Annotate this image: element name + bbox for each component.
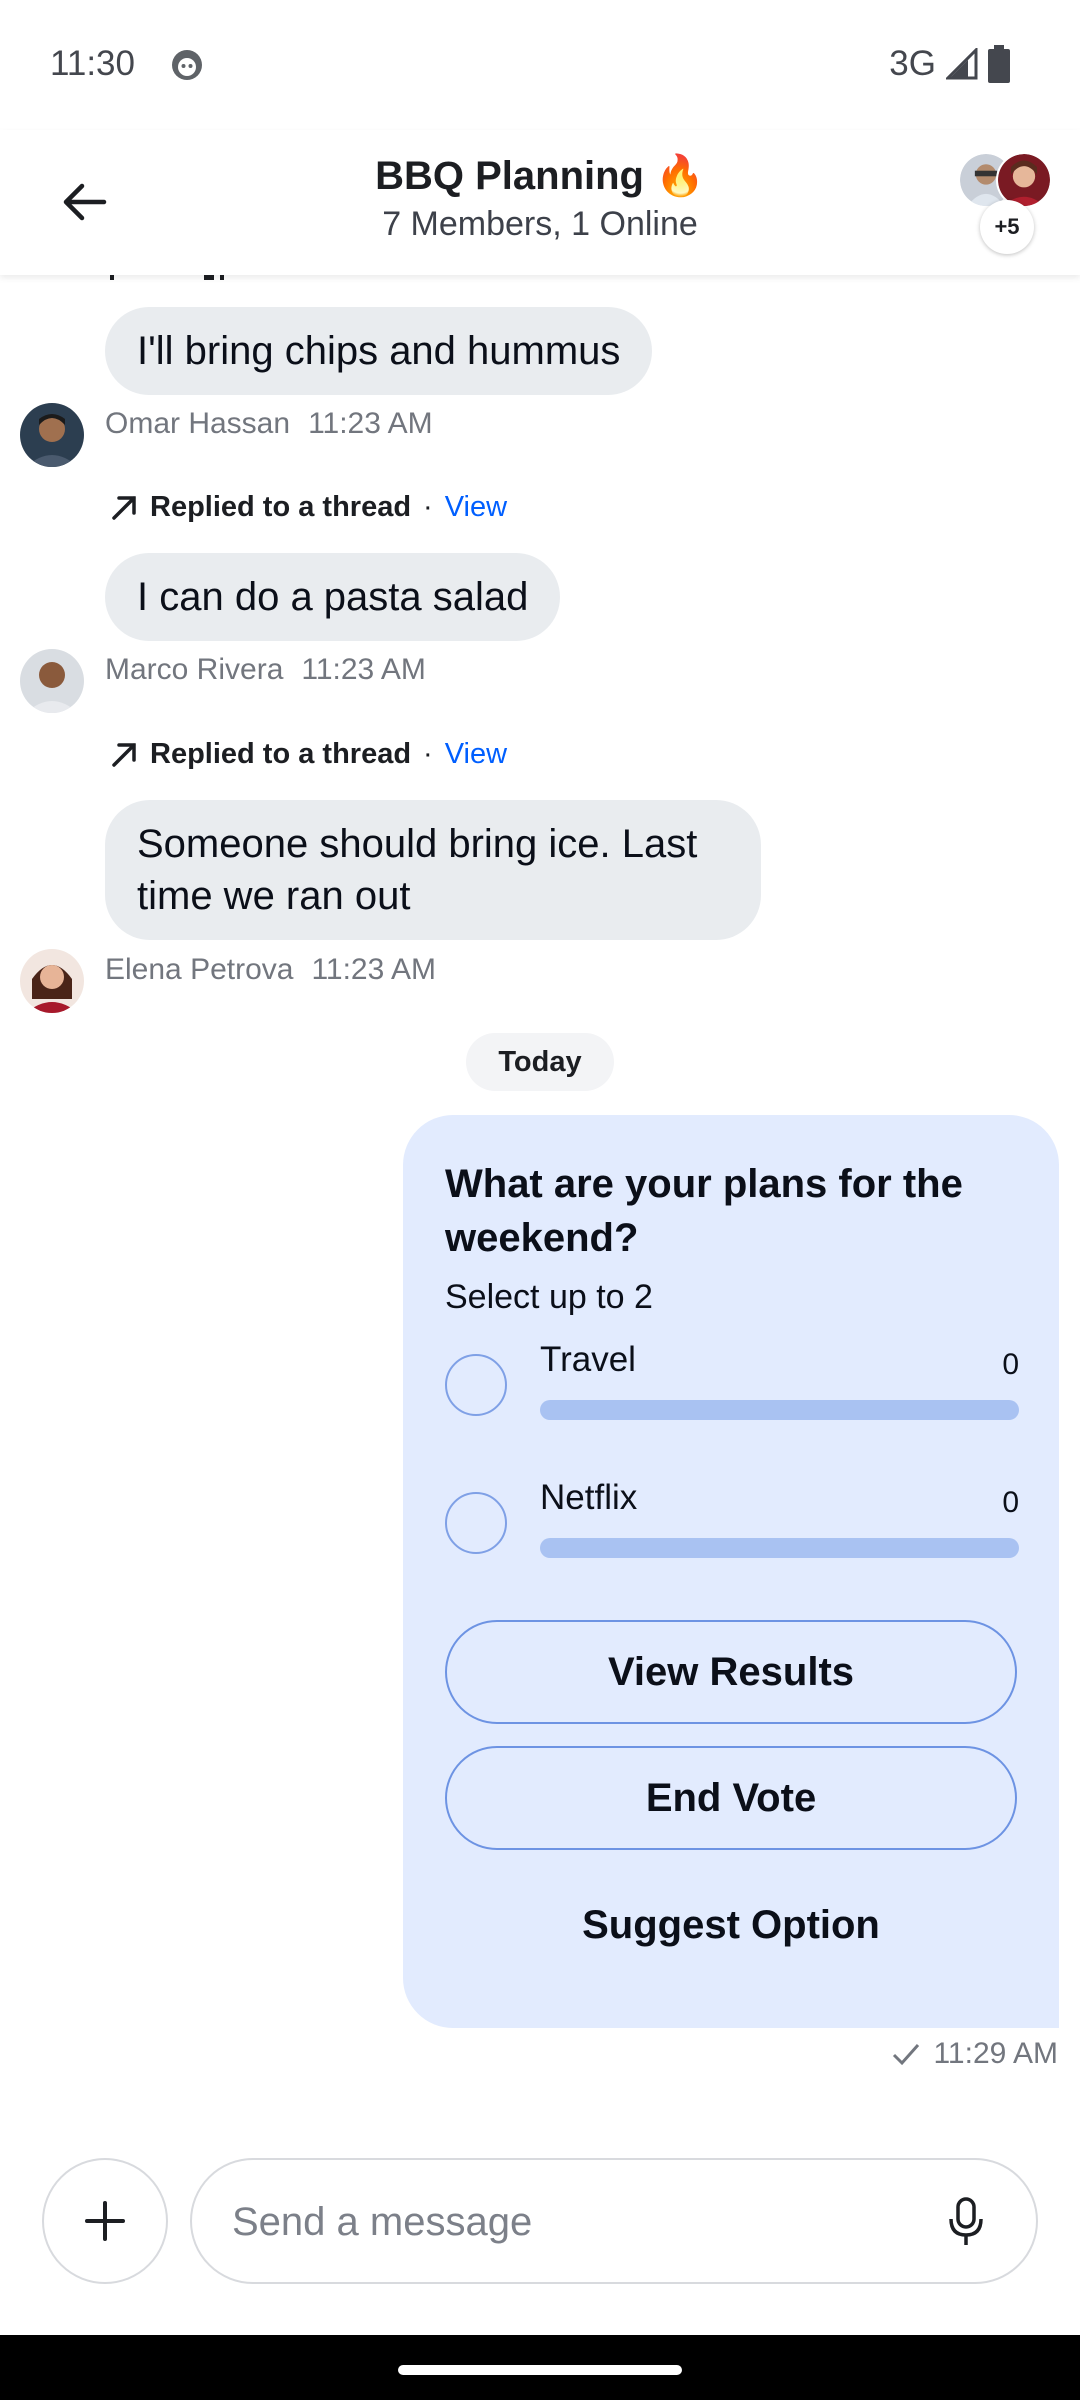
message-bubble[interactable]: Someone should bring ice. Last time we r… (105, 800, 761, 940)
message-bubble[interactable]: I can do a pasta salad (105, 553, 561, 641)
clipped-thread-row (110, 275, 224, 280)
poll-option-label: Travel (540, 1340, 636, 1379)
poll-option[interactable]: Netflix 0 (445, 1478, 1019, 1578)
thread-view-link[interactable]: View (445, 738, 507, 771)
battery-icon (988, 45, 1010, 83)
poll-subtitle: Select up to 2 (445, 1278, 653, 1316)
suggest-option-button[interactable]: Suggest Option (445, 1880, 1017, 1970)
message-meta: Marco Rivera 11:23 AM (105, 653, 426, 687)
message-meta: Elena Petrova 11:23 AM (105, 953, 436, 987)
microphone-icon (949, 2197, 983, 2245)
poll-option-progress (540, 1400, 1019, 1420)
thread-label: Replied to a thread (150, 491, 412, 523)
message-time: 11:23 AM (301, 653, 426, 686)
status-icons: 3G (889, 44, 1010, 84)
message-list[interactable]: I'll bring chips and hummus Omar Hassan 1… (0, 275, 1080, 2105)
message-composer (0, 2105, 1080, 2335)
thread-reply-indicator: Replied to a thread · View (110, 491, 507, 524)
checkmark-icon (893, 2044, 920, 2066)
voice-record-button[interactable] (934, 2190, 998, 2254)
plus-icon (85, 2201, 125, 2241)
view-results-button[interactable]: View Results (445, 1620, 1017, 1724)
channel-avatar-group[interactable]: +5 (958, 152, 1058, 254)
message-meta: 11:29 AM (891, 2037, 1058, 2071)
arrow-up-right-icon (112, 495, 136, 520)
message-input-container[interactable] (190, 2158, 1038, 2284)
message-time: 11:23 AM (311, 953, 436, 986)
thread-separator: · (423, 491, 433, 523)
message-bubble[interactable]: I'll bring chips and hummus (105, 307, 653, 395)
poll-question: What are your plans for the weekend? (445, 1162, 963, 1260)
poll-card: What are your plans for the weekend? Sel… (403, 1115, 1059, 2028)
home-gesture-handle[interactable] (398, 2365, 682, 2375)
signal-icon (946, 48, 978, 80)
message-time: 11:23 AM (308, 407, 433, 440)
chat-header: BBQ Planning 🔥 7 Members, 1 Online +5 (0, 130, 1080, 275)
status-time: 11:30 (50, 44, 135, 83)
poll-option-radio[interactable] (445, 1354, 507, 1416)
arrow-up-right-icon (112, 742, 136, 767)
thread-separator: · (423, 738, 433, 770)
channel-subtitle: 7 Members, 1 Online (382, 205, 698, 243)
system-navigation-bar (0, 2335, 1080, 2400)
poll-option-count: 0 (1002, 1348, 1019, 1381)
channel-title: BBQ Planning 🔥 (375, 154, 705, 198)
avatar[interactable] (20, 949, 84, 1013)
status-bar: 11:30 3G (0, 0, 1080, 130)
message-time: 11:29 AM (933, 2037, 1058, 2070)
avatar[interactable] (20, 403, 84, 467)
author-name: Omar Hassan (105, 407, 291, 440)
thread-reply-indicator: Replied to a thread · View (110, 738, 507, 771)
avatar[interactable] (20, 649, 84, 713)
end-vote-button[interactable]: End Vote (445, 1746, 1017, 1850)
add-attachment-button[interactable] (42, 2158, 168, 2284)
thread-label: Replied to a thread (150, 738, 412, 770)
poll-option-progress (540, 1538, 1019, 1558)
message-input[interactable] (232, 2190, 912, 2254)
poll-option-count: 0 (1002, 1486, 1019, 1519)
channel-info[interactable]: BBQ Planning 🔥 7 Members, 1 Online (0, 152, 1080, 244)
message-meta: Omar Hassan 11:23 AM (105, 407, 433, 441)
poll-option[interactable]: Travel 0 (445, 1340, 1019, 1440)
date-separator: Today (466, 1033, 614, 1091)
network-type: 3G (889, 44, 936, 83)
app-notification-icon (172, 50, 202, 80)
poll-option-radio[interactable] (445, 1492, 507, 1554)
author-name: Marco Rivera (105, 653, 284, 686)
more-members-badge: +5 (980, 200, 1034, 254)
author-name: Elena Petrova (105, 953, 294, 986)
thread-view-link[interactable]: View (445, 491, 507, 524)
poll-option-label: Netflix (540, 1478, 638, 1517)
